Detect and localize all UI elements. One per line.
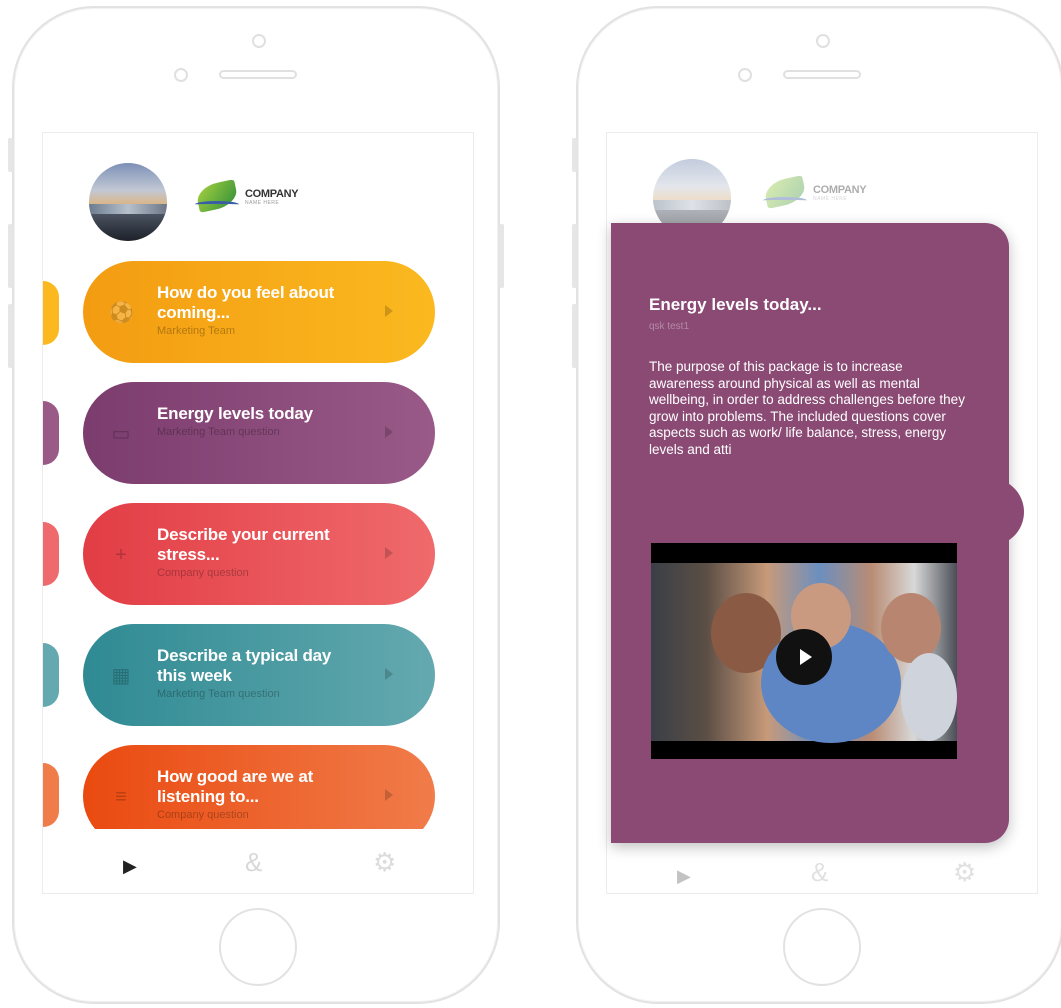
sensor (174, 68, 188, 82)
battery-icon: ▭ (111, 423, 131, 445)
play-icon (800, 649, 812, 665)
video-player[interactable] (651, 543, 957, 759)
peek-card[interactable] (43, 643, 59, 707)
gear-icon: ⚙ (373, 847, 397, 877)
question-subtitle: Company question (157, 567, 249, 579)
mute-switch (572, 138, 577, 172)
tab-settings[interactable]: ⚙ (953, 859, 976, 885)
tab-play[interactable]: ▶ (123, 853, 137, 879)
power-button (499, 224, 504, 288)
question-card[interactable]: ▦ Describe a typical day this week Marke… (83, 624, 435, 726)
soccer-ball-icon: ⚽ (109, 302, 134, 324)
volume-down-button (8, 304, 13, 368)
chevron-right-icon (385, 547, 393, 559)
peek-card[interactable] (43, 763, 59, 827)
tab-bar: ▶ & ⚙ (43, 829, 473, 893)
question-title: How good are we at listening to... (157, 767, 314, 806)
front-camera (816, 34, 830, 48)
logo-name: COMPANY (245, 188, 299, 200)
volume-up-button (8, 224, 13, 288)
question-subtitle: Company question (157, 809, 249, 821)
question-card[interactable]: + Describe your current stress... Compan… (83, 503, 435, 605)
play-icon: ▶ (677, 866, 691, 886)
chevron-right-icon (385, 668, 393, 680)
company-logo: COMPANY NAME HERE (762, 175, 867, 211)
peek-card[interactable] (43, 522, 59, 586)
tab-play[interactable]: ▶ (677, 863, 691, 889)
plus-icon: + (115, 544, 127, 566)
question-title: Energy levels today (157, 404, 313, 423)
mute-switch (8, 138, 13, 172)
phone-frame-left: COMPANY NAME HERE ⚽ How do you feel abou… (8, 6, 504, 1004)
gear-icon: ⚙ (953, 857, 977, 887)
question-subtitle: Marketing Team question (157, 688, 280, 700)
chevron-right-icon (385, 426, 393, 438)
volume-down-button (572, 304, 577, 368)
logo-tagline: NAME HERE (813, 196, 848, 202)
detail-title: Energy levels today... (649, 295, 822, 314)
tab-bar: ▶ & ⚙ (607, 839, 1039, 905)
chevron-right-icon (385, 305, 393, 317)
peek-card[interactable] (43, 281, 59, 345)
leaf-logo-icon (762, 175, 809, 211)
grid-icon: ▦ (111, 665, 131, 687)
question-card[interactable]: ⚽ How do you feel about coming... Market… (83, 261, 435, 363)
play-button[interactable] (776, 629, 832, 685)
tab-settings[interactable]: ⚙ (373, 849, 396, 875)
logo-name: COMPANY (813, 184, 867, 196)
detail-subtitle: qsk test1 (649, 321, 690, 332)
phone-frame-right: COMPANY NAME HERE ▶ & ⚙ Energy levels to… (572, 6, 1061, 1004)
question-title: Describe your current stress... (157, 525, 330, 564)
tab-ampersand[interactable]: & (245, 849, 262, 875)
question-title: How do you feel about coming... (157, 283, 335, 322)
chevron-right-icon (385, 789, 393, 801)
question-subtitle: Marketing Team (157, 325, 236, 337)
ampersand-icon: & (811, 857, 829, 887)
question-detail-panel[interactable]: Energy levels today... qsk test1 The pur… (611, 223, 1009, 843)
ampersand-icon: & (245, 847, 263, 877)
logo-tagline: NAME HERE (245, 200, 280, 206)
question-subtitle: Marketing Team question (157, 426, 280, 438)
avatar[interactable] (89, 163, 167, 241)
question-title: Describe a typical day this week (157, 646, 332, 685)
detail-description: The purpose of this package is to increa… (649, 359, 965, 457)
question-card[interactable]: ▭ Energy levels today Marketing Team que… (83, 382, 435, 484)
sliders-icon: ≡ (115, 786, 127, 808)
earpiece-speaker (219, 70, 297, 79)
tab-ampersand[interactable]: & (811, 859, 828, 885)
play-icon: ▶ (123, 856, 137, 876)
company-logo: COMPANY NAME HERE (194, 179, 299, 215)
home-button[interactable] (783, 908, 861, 986)
volume-up-button (572, 224, 577, 288)
home-button[interactable] (219, 908, 297, 986)
front-camera (252, 34, 266, 48)
sensor (738, 68, 752, 82)
peek-card[interactable] (43, 401, 59, 465)
leaf-logo-icon (194, 179, 241, 215)
screen-left: COMPANY NAME HERE ⚽ How do you feel abou… (42, 132, 474, 894)
earpiece-speaker (783, 70, 861, 79)
